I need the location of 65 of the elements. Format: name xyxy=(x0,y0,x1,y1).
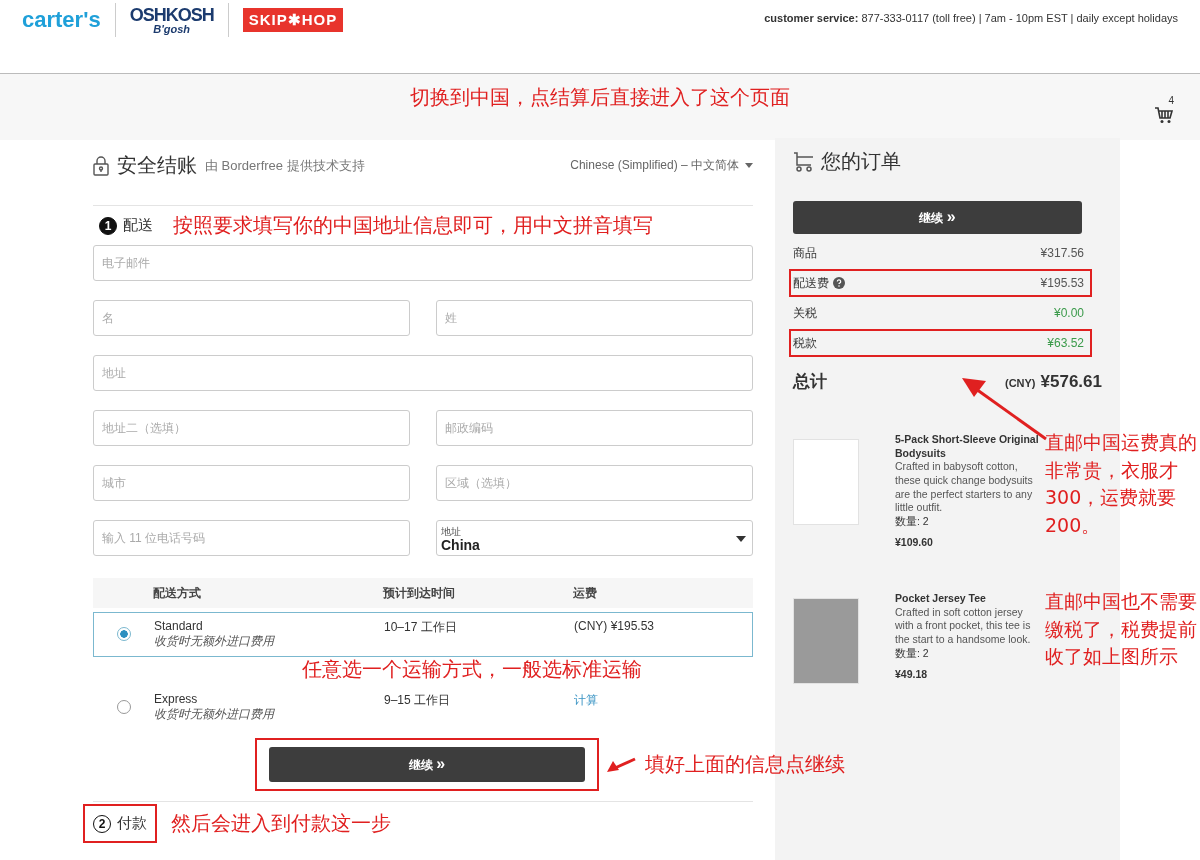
input-field[interactable]: 地址二（选填） xyxy=(93,410,410,446)
caret-icon xyxy=(736,536,746,542)
caret-icon xyxy=(745,163,753,168)
column-header: 预计到达时间 xyxy=(383,584,456,602)
radio-button[interactable] xyxy=(117,700,131,714)
shipping-option[interactable]: Standard 收货时无额外进口费用 10–17 工作日 (CNY) ¥195.53 xyxy=(93,612,753,657)
service-info: 877-333-0117 (toll free) | 7am - 10pm EST | daily except holidays xyxy=(861,12,1178,24)
service-label: customer service: xyxy=(764,12,859,24)
product-name[interactable]: 5-Pack Short-Sleeve Original Bodysuits xyxy=(895,433,1041,461)
summary-amount: ¥317.56 xyxy=(1040,246,1084,260)
brand-logo[interactable]: OSHKOSH B'gosh xyxy=(129,5,214,35)
currency-code: (CNY) xyxy=(1005,377,1036,389)
annotation-text: 直邮中国运费真的非常贵，衣服才300，运费就要200。 xyxy=(1045,430,1198,538)
product-price: ¥49.18 xyxy=(895,668,929,682)
input-field[interactable]: 城市 xyxy=(93,465,410,501)
summary-amount: ¥195.53 xyxy=(1040,276,1084,290)
quantity-text: 数量: 2 xyxy=(895,514,930,529)
product-description: Crafted in babysoft cotton, these quick change bodysuits are the perfect starters to any little outfit. xyxy=(895,460,1034,515)
annotation-text: 填好上面的信息点继续 xyxy=(645,751,845,778)
product-price: ¥109.60 xyxy=(895,536,934,551)
annotation-text: 任意选一个运输方式，一般选标准运输 xyxy=(302,657,642,681)
calculate-link[interactable]: 计算 xyxy=(574,692,752,709)
annotation-text: 然后会进入到付款这一步 xyxy=(171,810,391,837)
cart-count: 4 xyxy=(1168,96,1174,106)
step-title: 付款 xyxy=(117,814,147,833)
language-selector[interactable]: Chinese (Simplified) – 中文简体 xyxy=(570,157,753,174)
brand-logo[interactable]: SKIP✱HOP xyxy=(242,8,344,32)
summary-amount: ¥63.52 xyxy=(1047,336,1084,350)
summary-amount: ¥0.00 xyxy=(1053,306,1084,320)
cart-icon[interactable] xyxy=(1154,106,1174,124)
country-select[interactable]: 地址 China xyxy=(436,520,753,556)
summary-label: 配送费 xyxy=(793,274,829,292)
input-field[interactable]: 电子邮件 xyxy=(93,245,753,281)
checkout-title: 安全结账 xyxy=(117,153,197,178)
input-field[interactable]: 名 xyxy=(93,300,410,336)
input-field[interactable]: 区域（选填） xyxy=(436,465,753,501)
input-field[interactable]: 地址 xyxy=(93,355,753,391)
annotation-text: 切换到中国，点结算后直接进入了这个页面 xyxy=(410,83,790,111)
annotation-text: 按照要求填写你的中国地址信息即可，用中文拼音填写 xyxy=(173,212,653,239)
continue-button[interactable]: 继续 » xyxy=(793,201,1082,234)
input-field[interactable]: 输入 11 位电话号码 xyxy=(93,520,410,556)
radio-button[interactable] xyxy=(117,627,131,641)
cart-icon xyxy=(793,151,815,172)
summary-label: 税款 xyxy=(793,334,817,352)
step-number: 1 xyxy=(99,216,117,235)
quantity-text: 数量: 2 xyxy=(895,646,930,661)
product-name[interactable]: Pocket Jersey Tee xyxy=(895,592,1041,606)
column-header: 运费 xyxy=(573,584,598,602)
arrow-icon xyxy=(607,756,637,773)
column-header: 配送方式 xyxy=(153,584,202,602)
input-field[interactable]: 姓 xyxy=(436,300,753,336)
step-title: 配送 xyxy=(123,216,153,235)
help-icon[interactable] xyxy=(833,277,845,289)
annotation-text: 直邮中国也不需要缴税了，税费提前收了如上图所示 xyxy=(1045,589,1198,670)
summary-label: 关税 xyxy=(793,304,817,322)
total-label: 总计 xyxy=(793,371,827,393)
continue-button[interactable]: 继续 » xyxy=(269,747,585,782)
input-field[interactable]: 邮政编码 xyxy=(436,410,753,446)
summary-label: 商品 xyxy=(793,244,817,262)
order-title: 您的订单 xyxy=(821,149,901,174)
total-amount: ¥576.61 xyxy=(1040,372,1102,392)
product-description: Crafted in soft cotton jersey with a front pocket, this tee is the start to a handsome look. xyxy=(895,605,1032,647)
shipping-option[interactable]: Express 收货时无额外进口费用 9–15 工作日 计算 xyxy=(93,685,753,730)
powered-by-text: 由 Borderfree 提供技术支持 xyxy=(205,156,365,175)
lock-icon xyxy=(93,155,109,176)
